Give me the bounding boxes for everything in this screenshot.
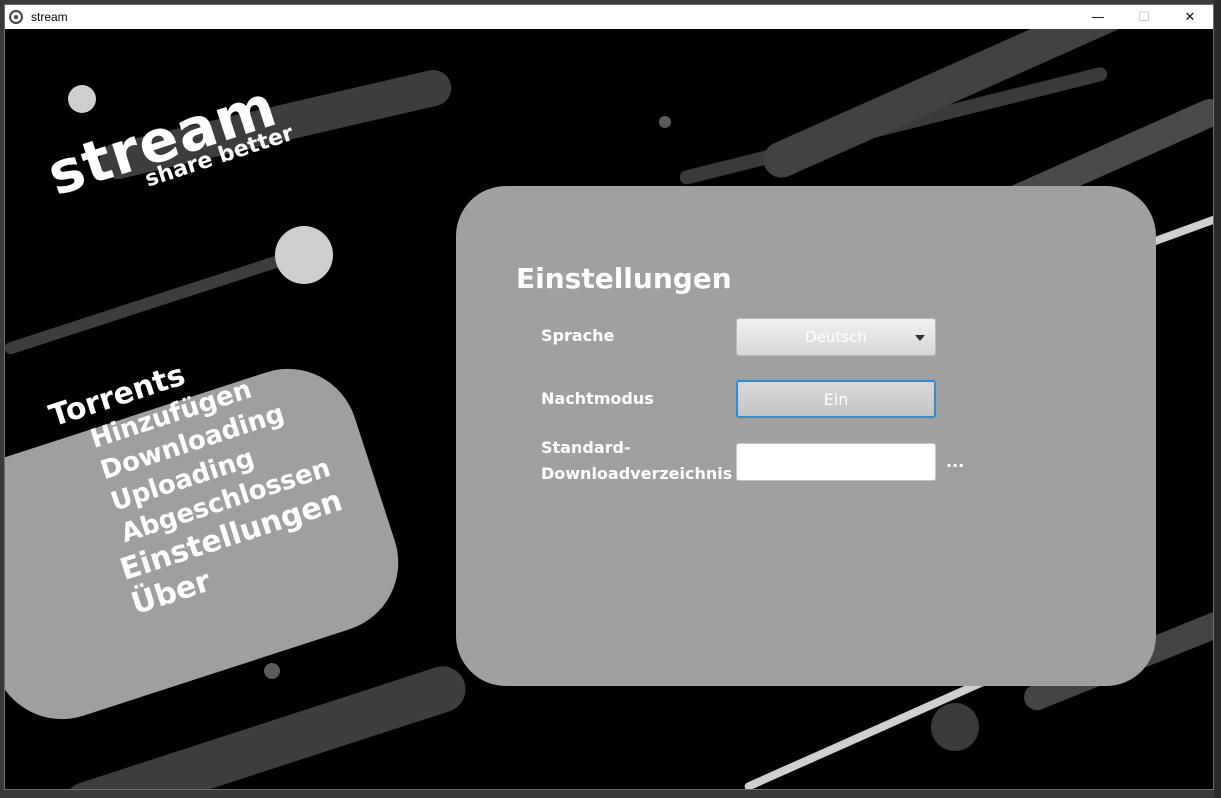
page-title: Einstellungen: [516, 262, 732, 295]
decor-dot: [68, 85, 96, 113]
night-mode-label: Nachtmodus: [541, 389, 654, 408]
download-dir-label: Standard- Downloadverzeichnis: [541, 435, 732, 487]
decor-dot: [275, 226, 333, 284]
browse-button[interactable]: ...: [946, 452, 964, 471]
close-button[interactable]: ✕: [1167, 5, 1213, 29]
chevron-down-icon: [915, 335, 925, 341]
decor-dot: [264, 663, 280, 679]
background-app: [1214, 0, 1221, 798]
download-dir-input[interactable]: [736, 443, 936, 481]
title-bar: stream — ☐ ✕: [5, 5, 1213, 29]
app-window: stream — ☐ ✕ stream share better Torrent…: [4, 4, 1214, 790]
window-controls: — ☐ ✕: [1075, 5, 1213, 29]
language-select[interactable]: Deutsch: [736, 318, 936, 356]
night-mode-toggle[interactable]: Ein: [736, 380, 936, 418]
language-select-value: Deutsch: [805, 328, 867, 346]
decor-dot: [931, 703, 979, 751]
settings-panel: Einstellungen Sprache Deutsch Nachtmodus…: [456, 186, 1156, 686]
download-dir-label-line2: Downloadverzeichnis: [541, 464, 733, 483]
night-mode-toggle-label: Ein: [823, 389, 849, 409]
download-dir-label-line1: Standard-: [541, 438, 631, 457]
language-label: Sprache: [541, 326, 615, 345]
window-title: stream: [31, 10, 68, 24]
minimize-button[interactable]: —: [1075, 5, 1121, 29]
main-content: stream share better Torrents Hinzufügen …: [5, 29, 1213, 789]
decor-dot: [659, 116, 671, 128]
maximize-button[interactable]: ☐: [1121, 5, 1167, 29]
app-icon: [9, 10, 23, 24]
